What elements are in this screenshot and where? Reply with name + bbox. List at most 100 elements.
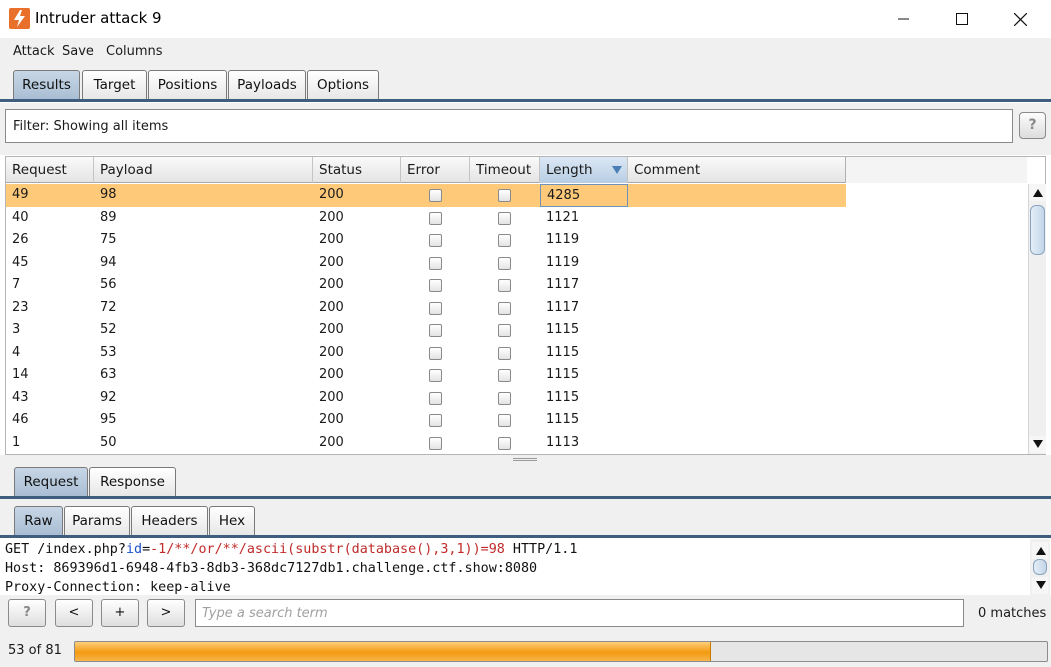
maximize-button[interactable]	[933, 0, 991, 38]
timeout-checkbox[interactable]	[498, 369, 511, 382]
tab-divider	[0, 99, 1051, 102]
view-tab-divider	[0, 535, 1051, 538]
tab-positions[interactable]: Positions	[148, 70, 227, 100]
request-scroll-thumb[interactable]	[1033, 559, 1047, 575]
search-previous-button[interactable]: <	[55, 599, 93, 627]
tab-payloads[interactable]: Payloads	[228, 70, 306, 100]
request-protocol: HTTP/1.1	[504, 542, 578, 557]
menu-columns[interactable]: Columns	[106, 44, 163, 59]
timeout-checkbox[interactable]	[498, 279, 511, 292]
error-checkbox[interactable]	[428, 369, 442, 382]
table-row[interactable]: 43 92 200 1115	[6, 387, 846, 410]
request-scroll-up-button[interactable]	[1032, 542, 1048, 559]
column-header-error[interactable]: Error	[401, 157, 470, 183]
error-checkbox[interactable]	[428, 324, 442, 337]
cell-status: 200	[319, 434, 344, 450]
table-row[interactable]: 40 89 200 1121	[6, 207, 846, 230]
error-checkbox[interactable]	[428, 189, 442, 202]
cell-payload: 50	[100, 434, 117, 450]
host-header-line: Host: 869396d1-6948-4fb3-8db3-368dc7127d…	[5, 561, 538, 576]
cell-request: 40	[12, 209, 29, 225]
search-help-button[interactable]: ?	[8, 599, 46, 627]
error-checkbox[interactable]	[428, 436, 442, 450]
table-row[interactable]: 3 52 200 1115	[6, 319, 846, 342]
timeout-checkbox[interactable]	[498, 324, 511, 337]
table-row[interactable]: 1 50 200 1113	[6, 432, 846, 455]
cell-length: 1115	[546, 367, 580, 382]
error-checkbox[interactable]	[428, 346, 442, 360]
timeout-checkbox[interactable]	[498, 391, 511, 405]
menu-attack[interactable]: Attack	[13, 44, 55, 59]
cell-request: 14	[12, 367, 29, 382]
cell-comment	[628, 342, 846, 365]
timeout-checkbox[interactable]	[498, 211, 511, 225]
filter-bar[interactable]: Filter: Showing all items	[5, 109, 1013, 143]
table-row[interactable]: 46 95 200 1115	[6, 409, 846, 432]
table-row[interactable]: 7 56 200 1117	[6, 274, 846, 297]
scroll-thumb[interactable]	[1030, 205, 1045, 255]
table-row[interactable]: 4 53 200 1115	[6, 342, 846, 365]
column-header-length[interactable]: Length	[540, 157, 628, 183]
timeout-checkbox[interactable]	[498, 189, 511, 202]
cell-status: 200	[319, 299, 344, 315]
pane-splitter[interactable]	[0, 455, 1051, 463]
tab-raw[interactable]: Raw	[14, 506, 63, 536]
tab-params[interactable]: Params	[64, 506, 130, 536]
timeout-checkbox[interactable]	[498, 301, 511, 315]
tab-response[interactable]: Response	[89, 467, 176, 497]
timeout-checkbox[interactable]	[498, 234, 511, 247]
tab-results[interactable]: Results	[13, 70, 80, 100]
search-input[interactable]	[195, 599, 964, 627]
tab-options[interactable]: Options	[307, 70, 379, 100]
scroll-down-button[interactable]	[1029, 436, 1046, 453]
tab-target[interactable]: Target	[82, 70, 147, 100]
table-row[interactable]: 45 94 200 1119	[6, 252, 846, 275]
title-bar: Intruder attack 9	[0, 0, 1051, 38]
table-row[interactable]: 26 75 200 1119	[6, 229, 846, 252]
tab-headers[interactable]: Headers	[131, 506, 208, 536]
table-body: 49 98 200 4285 40 89 200 1121 26 75 200 1119 45 94 200…	[6, 184, 1026, 454]
search-add-button[interactable]: +	[101, 599, 139, 627]
table-row[interactable]: 14 63 200 1115	[6, 364, 846, 387]
error-checkbox[interactable]	[428, 414, 442, 427]
column-header-timeout[interactable]: Timeout	[470, 157, 540, 183]
cell-status: 200	[319, 412, 344, 427]
minimize-button[interactable]	[875, 0, 933, 38]
column-header-status[interactable]: Status	[313, 157, 401, 183]
error-checkbox[interactable]	[428, 279, 442, 292]
error-checkbox[interactable]	[428, 256, 442, 270]
error-checkbox[interactable]	[428, 391, 442, 405]
menu-save[interactable]: Save	[62, 44, 94, 59]
error-checkbox[interactable]	[428, 211, 442, 225]
request-editor[interactable]: GET /index.php?id=-1/**/or/**/ascii(subs…	[0, 539, 1030, 595]
request-param-name: id	[125, 542, 143, 557]
column-header-payload[interactable]: Payload	[94, 157, 313, 183]
error-checkbox[interactable]	[428, 301, 442, 315]
request-method-path: GET /index.php?	[5, 542, 126, 557]
cell-comment	[628, 184, 846, 207]
cell-request: 46	[12, 412, 29, 427]
table-row[interactable]: 23 72 200 1117	[6, 297, 846, 320]
menu-bar: Attack Save Columns	[0, 38, 1051, 64]
search-next-button[interactable]: >	[147, 599, 185, 627]
timeout-checkbox[interactable]	[498, 346, 511, 360]
request-scroll-down-button[interactable]	[1032, 577, 1048, 594]
cell-length: 1115	[546, 344, 580, 360]
table-row[interactable]: 49 98 200 4285	[6, 184, 846, 207]
timeout-checkbox[interactable]	[498, 256, 511, 270]
scroll-up-button[interactable]	[1029, 184, 1046, 201]
error-checkbox[interactable]	[428, 234, 442, 247]
results-scrollbar[interactable]	[1028, 184, 1046, 454]
close-icon	[1013, 12, 1027, 26]
close-button[interactable]	[991, 0, 1049, 38]
timeout-checkbox[interactable]	[498, 414, 511, 427]
tab-request[interactable]: Request	[14, 467, 88, 497]
filter-help-button[interactable]: ?	[1019, 112, 1046, 139]
column-header-request[interactable]: Request	[6, 157, 94, 183]
column-header-comment[interactable]: Comment	[628, 157, 846, 183]
request-scrollbar[interactable]	[1030, 539, 1050, 595]
cell-length: 1117	[546, 299, 580, 315]
timeout-checkbox[interactable]	[498, 436, 511, 450]
cell-payload: 52	[100, 322, 117, 337]
tab-hex[interactable]: Hex	[209, 506, 255, 536]
